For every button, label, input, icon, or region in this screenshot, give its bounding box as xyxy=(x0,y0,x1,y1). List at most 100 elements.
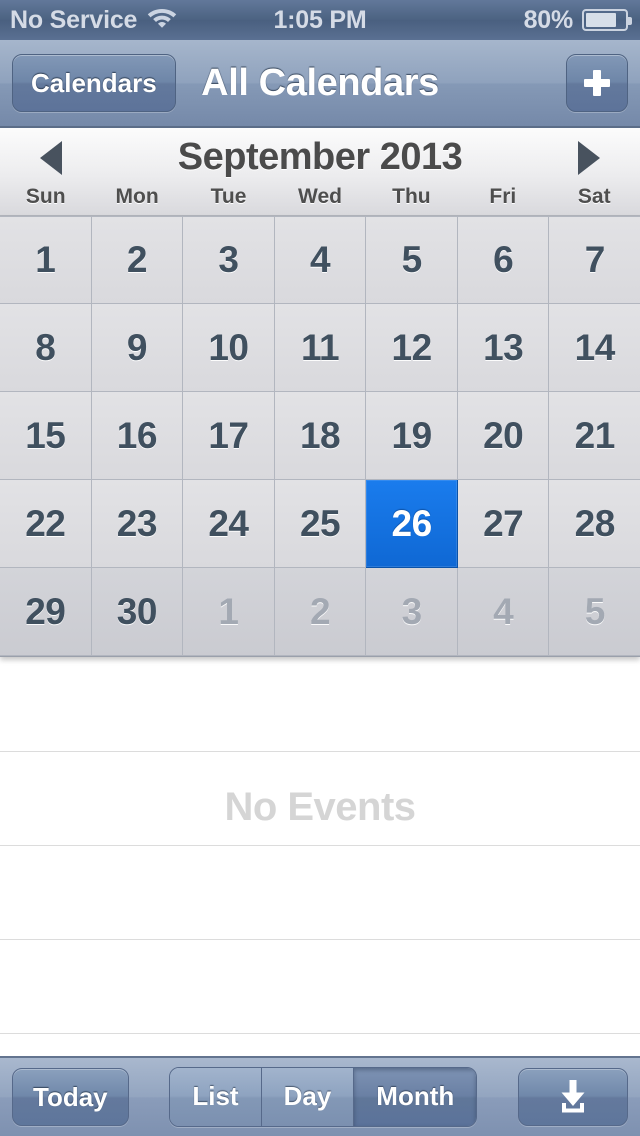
view-mode-segmented-control[interactable]: List Day Month xyxy=(169,1067,478,1127)
calendar-day-cell[interactable]: 28 xyxy=(549,480,640,568)
day-number: 19 xyxy=(391,414,433,456)
calendar-day-cell[interactable]: 5 xyxy=(366,216,458,304)
weekday-label-mon: Mon xyxy=(115,185,159,208)
download-icon xyxy=(553,1077,593,1117)
month-title: September 2013 xyxy=(177,135,463,178)
calendar-week-row: 22 23 24 25 26 27 28 xyxy=(0,480,640,568)
list-separator xyxy=(0,1033,640,1034)
day-number: 4 xyxy=(493,590,514,632)
calendar-day-cell[interactable]: 25 xyxy=(274,480,367,568)
day-number: 15 xyxy=(25,414,66,456)
calendar-day-cell[interactable]: 11 xyxy=(274,304,367,392)
day-number: 10 xyxy=(208,326,249,368)
day-number: 23 xyxy=(116,502,158,544)
day-number: 29 xyxy=(25,590,66,632)
calendar-day-cell[interactable]: 13 xyxy=(457,304,550,392)
day-number: 26 xyxy=(391,502,433,544)
weekday-label-tue: Tue xyxy=(210,185,247,208)
calendar-week-row: 8 9 10 11 12 13 14 xyxy=(0,304,640,392)
month-header: September 2013 Sun Mon Tue Wed Thu Fri Sat xyxy=(0,128,640,216)
weekday-label-sun: Sun xyxy=(25,185,66,208)
calendar-day-cell[interactable]: 29 xyxy=(0,568,92,656)
triangle-left-icon[interactable] xyxy=(40,141,62,175)
calendar-day-cell[interactable]: 14 xyxy=(549,304,640,392)
calendar-day-cell[interactable]: 27 xyxy=(457,480,550,568)
calendar-day-cell[interactable]: 5 xyxy=(549,568,640,656)
weekday-label-thu: Thu xyxy=(392,185,431,208)
today-button[interactable]: Today xyxy=(12,1068,129,1126)
calendar-week-row: 1 2 3 4 5 6 7 xyxy=(0,216,640,304)
day-number: 28 xyxy=(574,502,616,544)
calendar-day-cell[interactable]: 18 xyxy=(274,392,367,480)
calendar-day-cell[interactable]: 24 xyxy=(183,480,275,568)
day-number: 1 xyxy=(35,239,56,280)
no-events-message: No Events xyxy=(224,785,416,829)
weekday-label-sat: Sat xyxy=(577,185,611,208)
calendar-day-cell[interactable]: 30 xyxy=(91,568,184,656)
month-title-row: September 2013 xyxy=(0,128,640,186)
calendar-day-cell[interactable]: 4 xyxy=(457,568,550,656)
calendar-app-screen: No Service 1:05 PM 80% Calendars All Cal… xyxy=(0,0,640,1136)
calendar-day-cell[interactable]: 4 xyxy=(274,216,367,304)
add-event-button[interactable] xyxy=(566,54,628,112)
calendar-day-cell[interactable]: 19 xyxy=(366,392,458,480)
status-bar: No Service 1:05 PM 80% xyxy=(0,0,640,40)
segment-month[interactable]: Month xyxy=(354,1068,477,1126)
download-button[interactable] xyxy=(517,1068,628,1126)
status-bar-right: 80% xyxy=(523,5,632,35)
calendar-day-cell[interactable]: 23 xyxy=(91,480,184,568)
day-number: 6 xyxy=(493,239,514,280)
calendar-day-cell[interactable]: 1 xyxy=(0,216,92,304)
triangle-right-icon[interactable] xyxy=(578,141,600,175)
calendar-day-cell[interactable]: 2 xyxy=(274,568,367,656)
day-number: 16 xyxy=(116,414,158,456)
weekday-label-wed: Wed xyxy=(298,185,342,208)
calendar-day-cell[interactable]: 9 xyxy=(91,304,184,392)
calendar-month-grid: 1 2 3 4 5 6 7 8 9 10 11 12 13 14 15 16 17 18 19 20 21 22 23 24 2… xyxy=(0,216,640,657)
day-number: 18 xyxy=(299,414,341,456)
calendar-day-cell[interactable]: 10 xyxy=(183,304,275,392)
calendar-day-cell[interactable]: 8 xyxy=(0,304,92,392)
calendar-day-cell[interactable]: 15 xyxy=(0,392,92,480)
calendar-day-cell[interactable]: 7 xyxy=(549,216,640,304)
day-number: 8 xyxy=(35,326,56,368)
day-number: 3 xyxy=(218,239,239,280)
calendar-day-cell-selected[interactable]: 26 xyxy=(366,480,458,568)
list-separator xyxy=(0,751,640,752)
bottom-toolbar: Today List Day Month xyxy=(0,1056,640,1136)
day-number: 5 xyxy=(584,590,606,632)
segment-list[interactable]: List xyxy=(170,1068,262,1126)
battery-percent-label: 80% xyxy=(523,5,574,34)
day-number: 2 xyxy=(309,590,331,632)
list-separator xyxy=(0,845,640,846)
calendar-day-cell[interactable]: 12 xyxy=(366,304,458,392)
calendar-day-cell[interactable]: 22 xyxy=(0,480,92,568)
battery-icon xyxy=(582,9,632,31)
day-number: 7 xyxy=(584,239,606,280)
day-number: 27 xyxy=(483,502,524,544)
calendar-day-cell[interactable]: 3 xyxy=(183,216,275,304)
day-number: 3 xyxy=(401,590,423,632)
calendar-day-cell[interactable]: 3 xyxy=(366,568,458,656)
calendar-week-row: 15 16 17 18 19 20 21 xyxy=(0,392,640,480)
calendar-day-cell[interactable]: 6 xyxy=(457,216,550,304)
day-number: 5 xyxy=(401,239,423,280)
calendar-day-cell[interactable]: 17 xyxy=(183,392,275,480)
weekday-label-fri: Fri xyxy=(489,185,517,208)
plus-icon xyxy=(582,68,612,98)
day-number: 30 xyxy=(116,590,158,632)
calendars-back-button[interactable]: Calendars xyxy=(12,54,176,112)
calendar-day-cell[interactable]: 21 xyxy=(549,392,640,480)
segment-day[interactable]: Day xyxy=(261,1068,355,1126)
calendar-day-cell[interactable]: 16 xyxy=(91,392,184,480)
calendar-day-cell[interactable]: 1 xyxy=(183,568,275,656)
day-number: 9 xyxy=(126,326,148,368)
day-number: 17 xyxy=(208,414,249,456)
calendar-day-cell[interactable]: 2 xyxy=(91,216,184,304)
day-number: 25 xyxy=(299,502,341,544)
event-list-area[interactable]: No Events xyxy=(0,657,640,1056)
calendar-day-cell[interactable]: 20 xyxy=(457,392,550,480)
day-number: 24 xyxy=(208,502,249,544)
wifi-icon xyxy=(147,6,177,35)
day-number: 20 xyxy=(483,414,524,456)
